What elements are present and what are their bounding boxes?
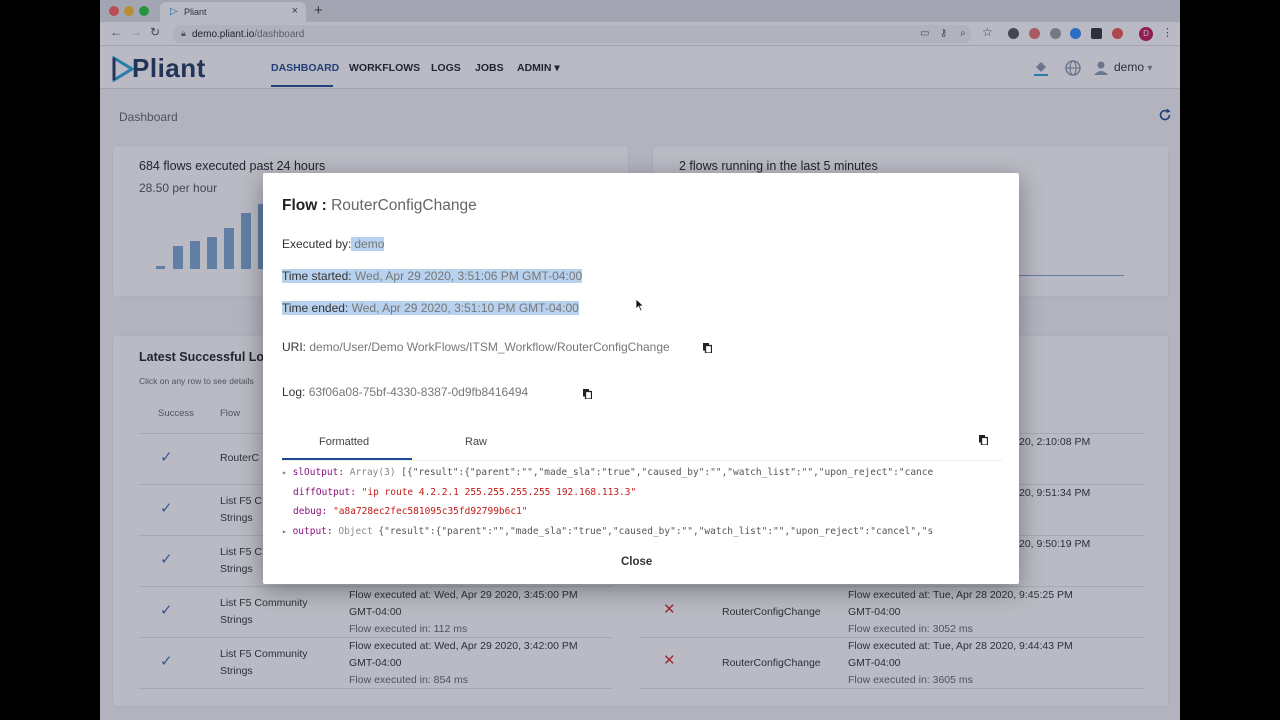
log-label: Log: [282, 385, 306, 399]
time-ended-row: Time ended: Wed, Apr 29 2020, 3:51:10 PM… [282, 301, 579, 315]
tab-divider [282, 460, 1002, 461]
executed-by-label: Executed by: [282, 237, 352, 251]
json-row-sloutput[interactable]: ▸ slOutput: Array(3) [{"result":{"parent… [282, 467, 999, 478]
json-key: slOutput: [292, 467, 345, 478]
close-button[interactable]: Close [621, 556, 652, 568]
json-key: output: [292, 526, 333, 537]
json-row-diffoutput: diffOutput: "ip route 4.2.2.1 255.255.25… [293, 487, 1010, 498]
copy-log-icon[interactable] [583, 389, 592, 399]
log-row: Log: 63f06a08-75bf-4330-8387-0d9fb841649… [282, 385, 528, 399]
json-string: "a8a728ec2fec581095c35fd92799b6c1" [333, 506, 528, 517]
expand-arrow-icon[interactable]: ▸ [282, 468, 287, 477]
uri-row: URI: demo/User/Demo WorkFlows/ITSM_Workf… [282, 340, 670, 354]
flow-details-modal: Flow : RouterConfigChange Executed by: de… [263, 173, 1019, 584]
json-row-debug: debug: "a8a728ec2fec581095c35fd92799b6c1… [293, 506, 1010, 517]
executed-by-row: Executed by: demo [282, 237, 385, 251]
flow-name-value: RouterConfigChange [331, 197, 477, 214]
json-key: diffOutput: [293, 487, 356, 498]
time-ended-label: Time ended: [282, 301, 349, 315]
copy-output-icon[interactable] [979, 435, 988, 445]
json-string: "ip route 4.2.2.1 255.255.255.255 192.16… [361, 487, 637, 498]
mouse-cursor-icon [635, 298, 645, 312]
time-started-value: Wed, Apr 29 2020, 3:51:06 PM GMT-04:00 [354, 269, 583, 283]
uri-label: URI: [282, 340, 306, 354]
json-preview: [{"result":{"parent":"","made_sla":"true… [401, 467, 934, 478]
time-started-label: Time started: [282, 269, 352, 283]
json-preview: {"result":{"parent":"","made_sla":"true"… [378, 526, 934, 537]
browser-window: ▷ Pliant × + ← → ↻ 🔒︎ demo.pliant.io/das… [100, 0, 1180, 720]
modal-title-label: Flow : [282, 197, 327, 214]
json-type: Array(3) [349, 467, 396, 478]
executed-by-value: demo [351, 237, 385, 251]
uri-value: demo/User/Demo WorkFlows/ITSM_Workflow/R… [309, 340, 670, 354]
tab-raw[interactable]: Raw [465, 436, 487, 448]
time-ended-value: Wed, Apr 29 2020, 3:51:10 PM GMT-04:00 [351, 301, 579, 315]
modal-title: Flow : RouterConfigChange [282, 197, 477, 215]
tab-formatted[interactable]: Formatted [319, 436, 369, 448]
json-row-output[interactable]: ▸ output: Object {"result":{"parent":"",… [282, 526, 999, 537]
copy-uri-icon[interactable] [703, 343, 712, 353]
log-id-value: 63f06a08-75bf-4330-8387-0d9fb8416494 [308, 385, 529, 399]
time-started-row: Time started: Wed, Apr 29 2020, 3:51:06 … [282, 269, 583, 283]
json-type: Object [338, 526, 373, 537]
expand-arrow-icon[interactable]: ▸ [282, 527, 287, 536]
json-key: debug: [293, 506, 328, 517]
